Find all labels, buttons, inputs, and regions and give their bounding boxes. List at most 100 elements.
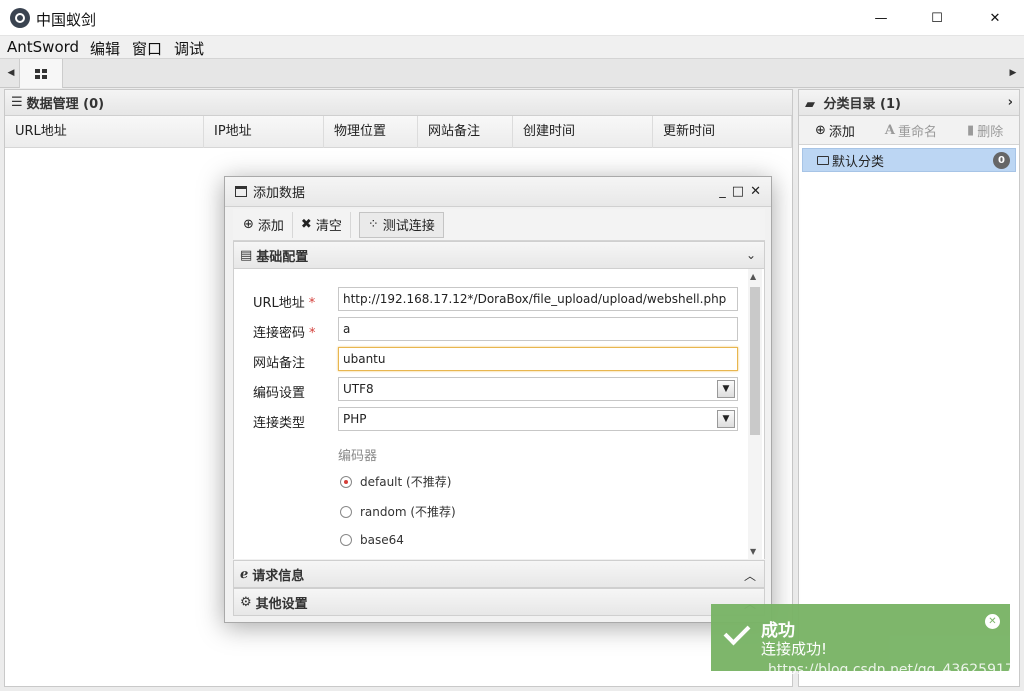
gears-icon: ⚙ bbox=[240, 594, 252, 610]
chevron-up-icon: ︿ bbox=[743, 569, 756, 583]
form-scrollbar[interactable]: ▲ ▼ bbox=[748, 269, 762, 559]
dialog-maximize-button[interactable]: □ bbox=[732, 184, 744, 199]
url-label: URL地址 * bbox=[253, 296, 316, 311]
times-icon: ✖ bbox=[300, 217, 312, 232]
data-panel-header: ☰ 数据管理 (0) bbox=[5, 90, 792, 116]
encoder-option-random[interactable]: random (不推荐) bbox=[340, 503, 456, 520]
category-item-default[interactable]: 默认分类 0 bbox=[802, 148, 1016, 172]
category-panel-title: 分类目录 (1) bbox=[823, 97, 901, 112]
test-connection-label: 测试连接 bbox=[382, 219, 435, 234]
minimize-button[interactable]: — bbox=[858, 4, 904, 32]
toast-message: 连接成功! bbox=[761, 640, 828, 658]
menu-antsword[interactable]: AntSword bbox=[7, 38, 79, 56]
toast-close-icon[interactable]: ✕ bbox=[985, 614, 1000, 629]
dialog-toolbar: ⊕ 添加 ✖ 清空 ⁘ 测试连接 bbox=[233, 209, 765, 241]
menu-window[interactable]: 窗口 bbox=[132, 38, 162, 59]
column-ip[interactable]: IP地址 bbox=[204, 116, 324, 148]
tab-scroll-right-icon[interactable]: ▶ bbox=[1004, 59, 1022, 87]
rename-category-button[interactable]: A 重命名 bbox=[885, 121, 937, 140]
menu-edit[interactable]: 编辑 bbox=[90, 38, 120, 59]
dialog-close-button[interactable]: ✕ bbox=[750, 184, 761, 199]
dialog-title: 添加数据 bbox=[253, 186, 306, 201]
file-text-icon: ▤ bbox=[240, 247, 253, 263]
folder-icon bbox=[817, 155, 829, 165]
scroll-up-icon[interactable]: ▲ bbox=[750, 272, 756, 281]
category-count-badge: 0 bbox=[993, 152, 1010, 169]
add-button[interactable]: ⊕ 添加 bbox=[235, 211, 293, 238]
plus-circle-icon: ⊕ bbox=[815, 122, 826, 138]
basic-config-form: URL地址 * http://192.168.17.12*/DoraBox/fil… bbox=[233, 269, 765, 559]
browser-icon: ℯ bbox=[240, 566, 249, 582]
watermark: https://blog.csdn.net/qq_43625917 bbox=[768, 662, 1014, 678]
collapse-panel-icon[interactable]: › bbox=[1008, 95, 1013, 110]
category-panel: ▰ 分类目录 (1) › ⊕ 添加 A 重命名 ▮ 删除 默认分类 0 bbox=[798, 89, 1020, 687]
encoder-option-label: default (不推荐) bbox=[360, 475, 452, 489]
chevron-down-icon[interactable]: ▼ bbox=[717, 410, 735, 428]
folder-icon: ▰ bbox=[805, 97, 815, 112]
type-select[interactable]: PHP ▼ bbox=[338, 407, 738, 431]
section-request-info[interactable]: ℯ 请求信息 ︿ bbox=[233, 560, 765, 588]
check-icon bbox=[723, 618, 751, 646]
note-input[interactable]: ubantu bbox=[338, 347, 738, 371]
plus-circle-icon: ⊕ bbox=[243, 217, 254, 232]
menu-debug[interactable]: 调试 bbox=[174, 38, 204, 59]
column-location[interactable]: 物理位置 bbox=[324, 116, 418, 148]
column-note[interactable]: 网站备注 bbox=[418, 116, 513, 148]
spinner-icon: ⁘ bbox=[367, 217, 379, 232]
category-name: 默认分类 bbox=[832, 154, 885, 170]
category-toolbar: ⊕ 添加 A 重命名 ▮ 删除 bbox=[799, 116, 1019, 145]
test-connection-button[interactable]: ⁘ 测试连接 bbox=[358, 211, 444, 238]
section-other-settings[interactable]: ⚙ 其他设置 ︿ bbox=[233, 588, 765, 616]
maximize-button[interactable]: ☐ bbox=[914, 4, 960, 32]
radio-checked-icon[interactable] bbox=[340, 475, 352, 488]
category-panel-header: ▰ 分类目录 (1) › bbox=[799, 90, 1019, 116]
add-button-label: 添加 bbox=[257, 219, 284, 234]
dialog-title-bar[interactable]: 添加数据 _ □ ✕ bbox=[225, 177, 771, 207]
scroll-down-icon[interactable]: ▼ bbox=[750, 547, 756, 556]
clear-button[interactable]: ✖ 清空 bbox=[293, 211, 351, 238]
window-icon bbox=[235, 186, 247, 197]
password-label: 连接密码 * bbox=[253, 326, 316, 341]
dialog-minimize-button[interactable]: _ bbox=[719, 184, 726, 199]
data-grid-header: URL地址 IP地址 物理位置 网站备注 创建时间 更新时间 bbox=[5, 116, 792, 148]
note-label: 网站备注 bbox=[253, 356, 306, 371]
add-data-dialog: 添加数据 _ □ ✕ ⊕ 添加 ✖ 清空 ⁘ 测试连接 ▤ 基础配置 ⌄ URL… bbox=[224, 176, 772, 623]
encoder-option-default[interactable]: default (不推荐) bbox=[340, 473, 451, 490]
grid-icon bbox=[35, 68, 47, 79]
column-updated[interactable]: 更新时间 bbox=[653, 116, 792, 148]
chevron-down-icon: ⌄ bbox=[745, 248, 756, 262]
password-input[interactable]: a bbox=[338, 317, 738, 341]
radio-icon[interactable] bbox=[340, 505, 352, 518]
tab-scroll-left-icon[interactable]: ◀ bbox=[2, 59, 20, 87]
encoder-option-base64[interactable]: base64 bbox=[340, 533, 404, 547]
chevron-down-icon[interactable]: ▼ bbox=[717, 380, 735, 398]
success-toast: 成功 连接成功! ✕ bbox=[711, 604, 1010, 671]
delete-category-button[interactable]: ▮ 删除 bbox=[967, 121, 1003, 140]
encoder-option-label: base64 bbox=[360, 533, 404, 547]
url-input[interactable]: http://192.168.17.12*/DoraBox/file_uploa… bbox=[338, 287, 738, 311]
close-button[interactable]: ✕ bbox=[972, 4, 1018, 32]
window-title: 中国蚁剑 bbox=[36, 11, 97, 29]
encoding-select[interactable]: UTF8 ▼ bbox=[338, 377, 738, 401]
section-basic-config[interactable]: ▤ 基础配置 ⌄ bbox=[233, 241, 765, 269]
section-other-title: 其他设置 bbox=[255, 596, 308, 612]
section-request-title: 请求信息 bbox=[252, 568, 305, 584]
type-value: PHP bbox=[343, 412, 367, 426]
column-created[interactable]: 创建时间 bbox=[513, 116, 653, 148]
tab-strip: ◀ ▶ bbox=[0, 58, 1024, 88]
radio-icon[interactable] bbox=[340, 534, 352, 546]
font-icon: A bbox=[884, 122, 896, 138]
antsword-logo-icon bbox=[10, 8, 30, 28]
column-url[interactable]: URL地址 bbox=[5, 116, 204, 148]
add-category-label: 添加 bbox=[828, 124, 855, 140]
encoder-option-label: random (不推荐) bbox=[360, 505, 456, 519]
encoder-label: 编码器 bbox=[338, 449, 378, 464]
trash-icon: ▮ bbox=[967, 122, 975, 138]
encoding-value: UTF8 bbox=[343, 382, 374, 396]
menu-bar: AntSword 编辑 窗口 调试 bbox=[0, 36, 1024, 58]
tab-home[interactable] bbox=[19, 59, 63, 88]
add-category-button[interactable]: ⊕ 添加 bbox=[815, 121, 855, 140]
section-basic-title: 基础配置 bbox=[256, 249, 309, 265]
scrollbar-thumb[interactable] bbox=[750, 287, 760, 435]
type-label: 连接类型 bbox=[253, 416, 306, 431]
